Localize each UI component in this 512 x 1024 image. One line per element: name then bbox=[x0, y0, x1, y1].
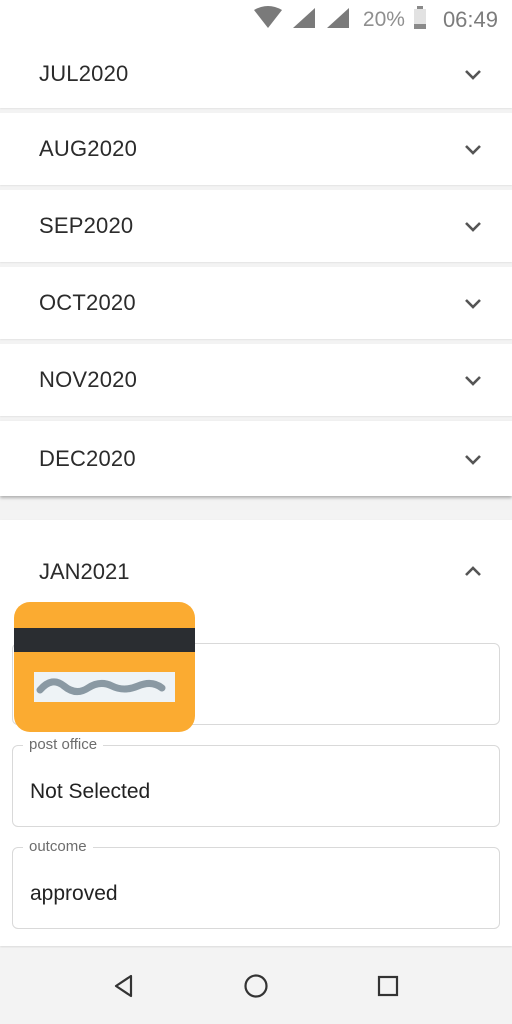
screen: 20% 06:49 JUL2020 AUG2020 SEP2020 OCT202… bbox=[0, 0, 512, 1024]
month-label: AUG2020 bbox=[39, 136, 138, 161]
chevron-up-icon[interactable] bbox=[462, 561, 484, 583]
outcome-value: approved bbox=[30, 882, 118, 905]
month-row-aug2020[interactable]: AUG2020 bbox=[0, 113, 512, 185]
status-bar: 20% 06:49 bbox=[0, 0, 512, 40]
outcome-field[interactable]: outcome approved bbox=[12, 838, 500, 929]
month-row-sep2020[interactable]: SEP2020 bbox=[0, 190, 512, 262]
month-row-jul2020[interactable]: JUL2020 bbox=[0, 40, 512, 108]
back-triangle-icon[interactable] bbox=[108, 970, 140, 1002]
post-office-field[interactable]: post office Not Selected bbox=[12, 736, 500, 827]
wifi-icon bbox=[253, 5, 283, 35]
battery-percent: 20% bbox=[362, 8, 405, 31]
month-row-jan2021[interactable]: JAN2021 bbox=[0, 542, 512, 602]
status-time: 06:49 bbox=[442, 7, 498, 32]
month-label: OCT2020 bbox=[39, 290, 136, 315]
signal-icon bbox=[325, 6, 351, 35]
month-label: JAN2021 bbox=[39, 559, 130, 584]
month-row-dec2020[interactable]: DEC2020 bbox=[0, 421, 512, 496]
month-label: JUL2020 bbox=[39, 61, 129, 86]
chevron-down-icon[interactable] bbox=[462, 369, 484, 391]
navigation-bar bbox=[0, 948, 512, 1024]
month-row-oct2020[interactable]: OCT2020 bbox=[0, 267, 512, 339]
month-label: DEC2020 bbox=[39, 445, 136, 471]
post-office-value: Not Selected bbox=[30, 780, 151, 803]
chevron-down-icon[interactable] bbox=[462, 215, 484, 237]
post-office-label: post office bbox=[23, 736, 104, 753]
expanded-month-panel: JAN2021 post office Not Selected outcome… bbox=[0, 520, 512, 946]
month-label: NOV2020 bbox=[39, 367, 138, 392]
chevron-down-icon[interactable] bbox=[462, 292, 484, 314]
outcome-label: outcome bbox=[23, 838, 93, 855]
chevron-down-icon[interactable] bbox=[462, 63, 484, 85]
month-row-nov2020[interactable]: NOV2020 bbox=[0, 344, 512, 416]
chevron-down-icon[interactable] bbox=[462, 138, 484, 160]
home-circle-icon[interactable] bbox=[240, 970, 272, 1002]
signal-icon bbox=[291, 6, 317, 35]
battery-icon bbox=[413, 5, 427, 35]
credit-card-icon[interactable] bbox=[14, 602, 195, 732]
chevron-down-icon[interactable] bbox=[462, 448, 484, 470]
recents-square-icon[interactable] bbox=[372, 970, 404, 1002]
month-label: SEP2020 bbox=[39, 213, 134, 238]
